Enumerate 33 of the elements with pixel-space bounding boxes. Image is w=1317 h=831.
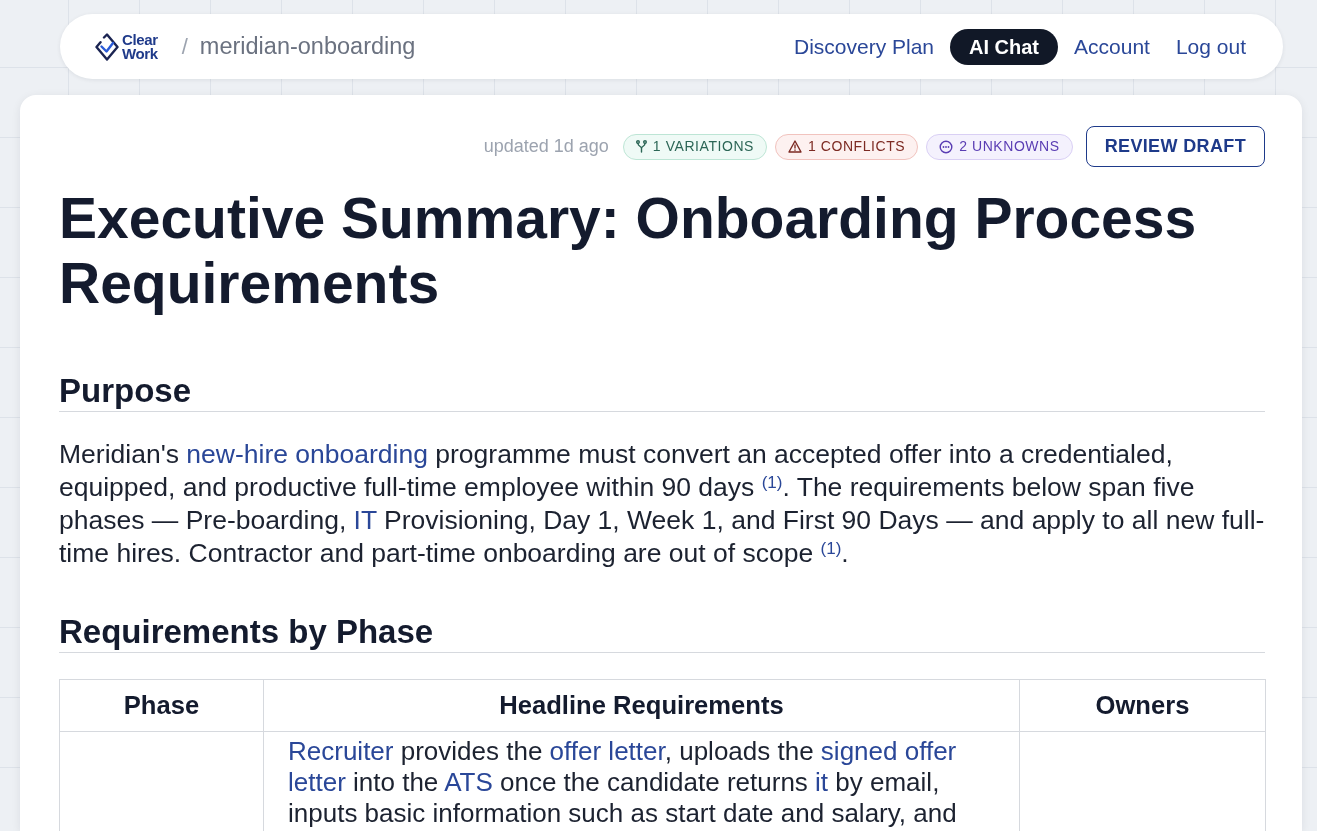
nav-link[interactable]: Discovery Plan: [783, 28, 945, 65]
term-link[interactable]: signed offer: [820, 736, 957, 766]
term-link[interactable]: Recruiter: [288, 736, 394, 766]
review-draft-button[interactable]: REVIEW DRAFT: [1085, 126, 1265, 167]
citation-link[interactable]: (1): [820, 538, 842, 558]
term-link[interactable]: ATS: [444, 767, 493, 797]
purpose-paragraph: Meridian's new-hire onboarding programme must convert an accepted offer into a credentialed, equipped, and productive full-time employee within 90 days $^{(1)}$. The requirements below span five phases — Pre-boarding, IT Provisioning, Day 1, Week 1, and First 90 Days — and apply to all new full-time hires. Contractor and part-time onboarding are out of scope $^{(1)}$.: [59, 438, 1265, 570]
unknowns-filter-chip[interactable]: 2 UNKNOWNS: [926, 133, 1073, 160]
section-heading: Requirements by Phase: [59, 612, 1265, 653]
logo-text: Clear Work: [122, 32, 158, 61]
warning-icon: [788, 140, 802, 153]
nav-link[interactable]: Account: [1064, 28, 1160, 65]
citation-link[interactable]: (1): [761, 472, 783, 492]
document-title: Executive Summary: Onboarding Process Requirements: [59, 186, 1198, 316]
nav-link[interactable]: Log out: [1165, 28, 1256, 65]
section-heading: Purpose: [59, 371, 1265, 412]
column-header: Headline Requirements: [263, 679, 1020, 732]
dots-circle-icon: [939, 139, 954, 154]
project-name[interactable]: meridian-onboarding: [199, 28, 416, 65]
term-link[interactable]: offer letter: [549, 736, 665, 766]
column-header: Phase: [59, 679, 264, 732]
logo-icon: [95, 32, 119, 61]
conflicts-filter-chip[interactable]: 1 CONFLICTS: [775, 133, 919, 160]
fork-icon: [635, 140, 647, 153]
column-header: Owners: [1019, 679, 1266, 732]
nav-link[interactable]: AI Chat: [950, 28, 1059, 65]
term-link[interactable]: letter: [288, 767, 346, 797]
term-link[interactable]: new-hire onboarding: [186, 439, 428, 469]
variations-filter-chip[interactable]: 1 VARIATIONS: [622, 133, 767, 160]
breadcrumb-separator: /: [181, 33, 188, 61]
term-link[interactable]: IT: [353, 505, 377, 535]
updated-time: updated 1d ago: [483, 135, 609, 158]
term-link[interactable]: it: [815, 767, 829, 797]
